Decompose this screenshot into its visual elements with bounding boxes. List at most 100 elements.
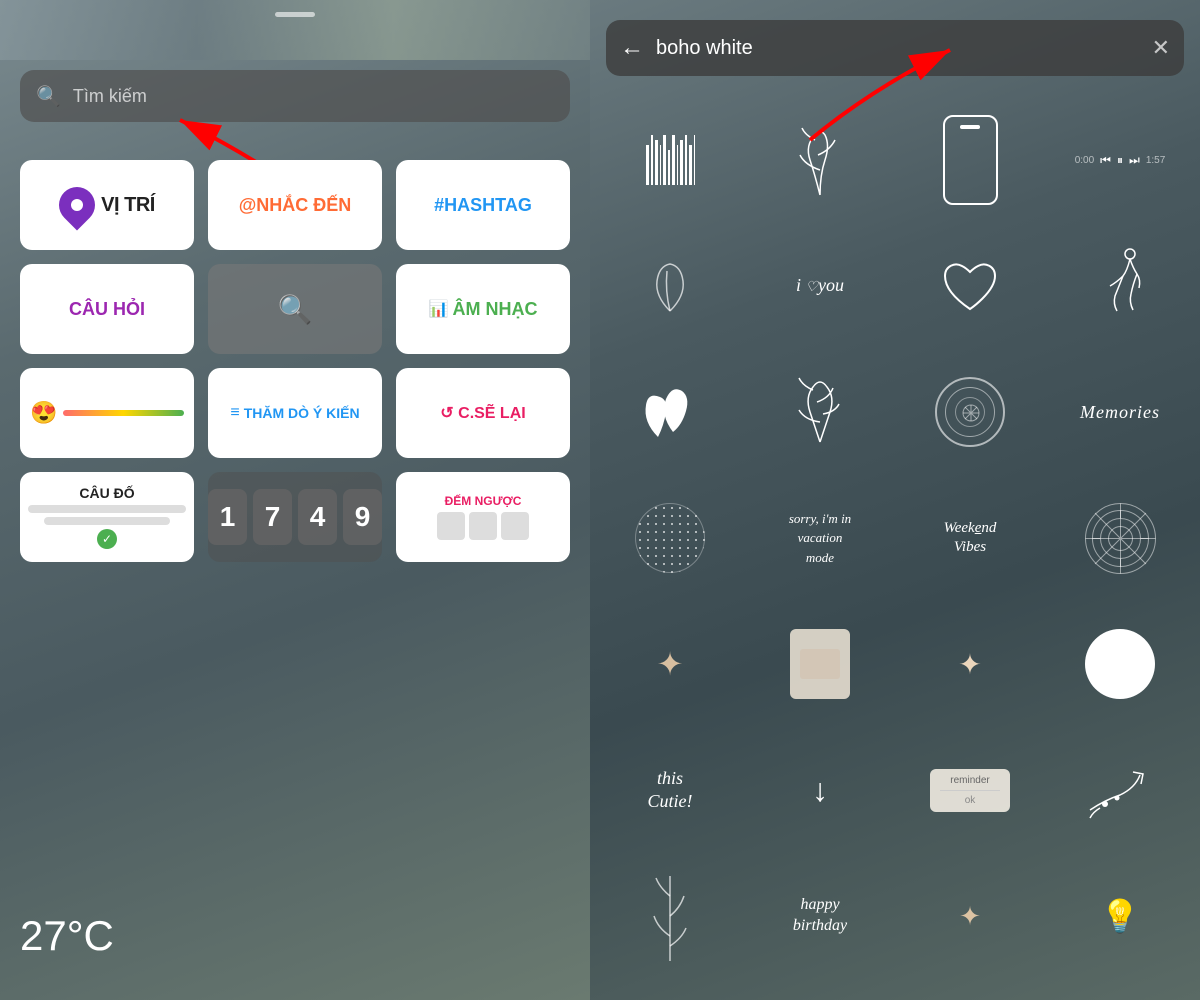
- prev-icon: ⏮: [1100, 153, 1111, 168]
- sparkle3-icon: ✦: [959, 901, 981, 932]
- sticker-sparkle1[interactable]: ✦: [598, 604, 742, 724]
- cseLai-label: ↺ C.SẼ LẠI: [440, 403, 525, 423]
- sticker-cauhoi[interactable]: CÂU HỎI: [20, 264, 194, 354]
- sticker-music-player[interactable]: 0:00 ⏮ ⏸ ⏭ 1:57: [1048, 100, 1192, 220]
- cauDo-title: CÂU ĐỐ: [79, 485, 134, 501]
- note-card-image: [800, 649, 840, 679]
- reminder-box-shape: reminder ok: [930, 769, 1010, 812]
- sticker-countdown[interactable]: 1 7 4 9: [208, 472, 382, 562]
- back-button[interactable]: ←: [620, 34, 644, 62]
- temperature-sticker: 27°C: [20, 912, 114, 960]
- demNguoc-block2: [469, 512, 497, 540]
- sticker-mandala[interactable]: [898, 352, 1042, 472]
- digit-9: 9: [343, 489, 382, 545]
- search-sticker-icon: 🔍: [278, 293, 313, 326]
- red-arrow-right: [790, 30, 990, 150]
- sticker-cauDo[interactable]: CÂU ĐỐ ✓: [20, 472, 194, 562]
- right-panel: ← boho white ✕: [590, 0, 1200, 1000]
- weekend-vibes-text: WeekendVibes: [944, 519, 997, 558]
- sticker-light-bulb[interactable]: 💡: [1048, 856, 1192, 976]
- down-arrow-icon: ↓: [812, 772, 828, 809]
- reminder-title: reminder: [940, 775, 1000, 786]
- search-icon: 🔍: [36, 84, 61, 109]
- music-player-widget: 0:00 ⏮ ⏸ ⏭ 1:57: [1075, 153, 1166, 168]
- background-image: [0, 0, 590, 60]
- sticker-this-cutie[interactable]: thisCutie!: [598, 730, 742, 850]
- temperature-value: 27°C: [20, 912, 114, 959]
- sticker-grid-left: VỊ TRÍ @NHẮC ĐẾN #HASHTAG CÂU HỎI 🔍 📊 ÂM…: [20, 160, 570, 562]
- amnhac-icon: 📊: [429, 299, 449, 319]
- sticker-sparkle2[interactable]: ✦: [898, 604, 1042, 724]
- sticker-leaves-big[interactable]: [598, 352, 742, 472]
- sticker-note-card[interactable]: [748, 604, 892, 724]
- digit-7: 7: [253, 489, 292, 545]
- happy-birthday-text: happybirthday: [793, 895, 847, 937]
- reminder-line: [940, 790, 1000, 791]
- location-pin-icon: [52, 180, 103, 231]
- time-start: 0:00: [1075, 155, 1094, 166]
- sticker-search[interactable]: 🔍: [208, 264, 382, 354]
- clear-button[interactable]: ✕: [1152, 35, 1170, 61]
- sorry-vacation-text: sorry, i'm invacationmode: [789, 509, 851, 568]
- thamdo-icon: ≡: [230, 404, 239, 422]
- sticker-reminder[interactable]: reminder ok: [898, 730, 1042, 850]
- sticker-demNguoc[interactable]: ĐẾM NGƯỢC: [396, 472, 570, 562]
- left-panel: 🔍 Tìm kiếm VỊ TRÍ @NHẮC ĐẾN #HASHTAG CÂU…: [0, 0, 590, 1000]
- sticker-happy-birthday[interactable]: happybirthday: [748, 856, 892, 976]
- this-cutie-text: thisCutie!: [648, 767, 693, 814]
- sticker-sorry-vacation[interactable]: sorry, i'm invacationmode: [748, 478, 892, 598]
- sticker-location[interactable]: VỊ TRÍ: [20, 160, 194, 250]
- sticker-vertical-branches[interactable]: [598, 856, 742, 976]
- white-circle-shape: [1085, 629, 1155, 699]
- pause-icon: ⏸: [1117, 153, 1123, 168]
- note-card-shape: [790, 629, 850, 699]
- slider-track[interactable]: [63, 410, 184, 416]
- sticker-emoji-slider[interactable]: 😍: [20, 368, 194, 458]
- drag-handle[interactable]: [275, 12, 315, 17]
- sticker-i-love-you[interactable]: i ♡you: [748, 226, 892, 346]
- dot-circle-shape: [635, 503, 705, 573]
- light-bulb-icon: 💡: [1100, 897, 1140, 935]
- cauDo-check-icon: ✓: [97, 529, 117, 549]
- location-label: VỊ TRÍ: [101, 194, 155, 217]
- reminder-ok: ok: [940, 795, 1000, 806]
- sticker-memories[interactable]: Memories: [1048, 352, 1192, 472]
- sparkle2-icon: ✦: [958, 648, 981, 681]
- sticker-grid-right: 0:00 ⏮ ⏸ ⏭ 1:57 i ♡you: [598, 100, 1192, 976]
- sticker-branch-arrow[interactable]: [1048, 730, 1192, 850]
- sticker-runner[interactable]: [1048, 226, 1192, 346]
- sticker-thamdo[interactable]: ≡ THĂM DÒ Ý KIẾN: [208, 368, 382, 458]
- cauDo-bar1: [28, 505, 186, 513]
- demNguoc-label: ĐẾM NGƯỢC: [445, 494, 522, 508]
- sticker-mention[interactable]: @NHẮC ĐẾN: [208, 160, 382, 250]
- mandala-inner: [945, 387, 995, 437]
- i-love-you-text: i ♡you: [796, 273, 844, 298]
- sticker-mandala2[interactable]: [1048, 478, 1192, 598]
- thamdo-label: THĂM DÒ Ý KIẾN: [244, 405, 360, 421]
- mention-label: @NHẮC ĐẾN: [239, 195, 352, 216]
- amnhac-label: ÂM NHẠC: [452, 299, 537, 320]
- memories-label: Memories: [1080, 402, 1160, 423]
- sticker-barcode[interactable]: [598, 100, 742, 220]
- digit-4: 4: [298, 489, 337, 545]
- sticker-weekend-vibes[interactable]: WeekendVibes: [898, 478, 1042, 598]
- cauhoi-label: CÂU HỎI: [69, 299, 145, 320]
- mandala-outer: [935, 377, 1005, 447]
- hashtag-label: #HASHTAG: [434, 195, 532, 216]
- sticker-down-arrow[interactable]: ↓: [748, 730, 892, 850]
- sticker-leaf-sm[interactable]: [598, 226, 742, 346]
- sparkle1-icon: ✦: [657, 645, 684, 683]
- time-end: 1:57: [1146, 155, 1165, 166]
- sticker-white-circle[interactable]: [1048, 604, 1192, 724]
- demNguoc-block3: [501, 512, 529, 540]
- sticker-sparkle3[interactable]: ✦: [898, 856, 1042, 976]
- sticker-amnhac[interactable]: 📊 ÂM NHẠC: [396, 264, 570, 354]
- emoji-face-icon: 😍: [30, 400, 57, 426]
- sticker-heart-outline[interactable]: [898, 226, 1042, 346]
- demNguoc-block1: [437, 512, 465, 540]
- sticker-cseLai[interactable]: ↺ C.SẼ LẠI: [396, 368, 570, 458]
- sticker-hashtag[interactable]: #HASHTAG: [396, 160, 570, 250]
- sticker-branch-script[interactable]: [748, 352, 892, 472]
- cauDo-bar2: [44, 517, 170, 525]
- sticker-dot-circle[interactable]: [598, 478, 742, 598]
